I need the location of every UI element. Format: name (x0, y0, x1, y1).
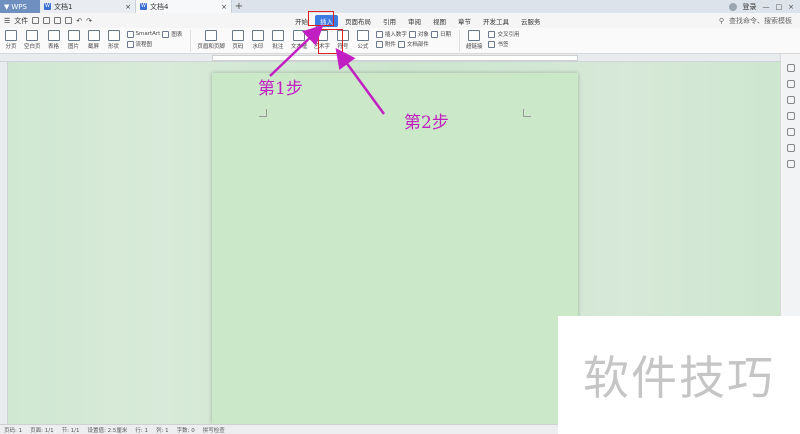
watermark-text: 软件技巧 (583, 351, 775, 405)
step1-arrow (269, 24, 324, 77)
site-watermark: 软件技巧 (558, 316, 800, 434)
step2-arrow (335, 47, 386, 115)
step2-label: 第2步 (404, 113, 449, 133)
step1-label: 第1步 (258, 79, 303, 99)
